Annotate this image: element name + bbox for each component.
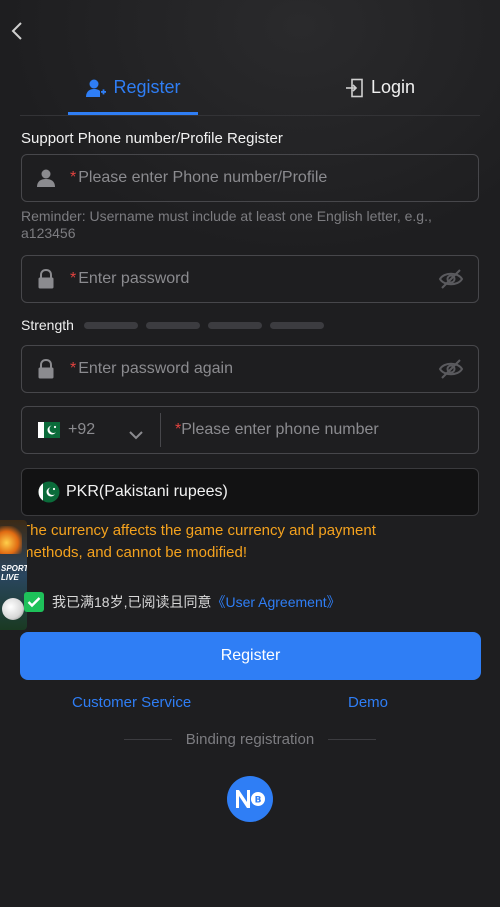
chevron-down-icon	[128, 427, 144, 445]
tab-register-label: Register	[113, 77, 181, 97]
user-agreement-link[interactable]: 《User Agreement》	[211, 592, 340, 612]
register-button[interactable]: Register	[20, 632, 481, 680]
strength-bar	[207, 321, 262, 329]
chevron-left-icon	[11, 22, 22, 40]
binding-registration-label: Binding registration	[185, 730, 315, 748]
promo-text-line: SPORTS	[1, 564, 27, 573]
lock-icon	[22, 359, 70, 379]
football-icon	[2, 598, 24, 620]
currency-field: PKR(Pakistani rupees)	[21, 468, 479, 516]
lock-icon	[22, 269, 70, 289]
confirm-password-field[interactable]: * Enter password again	[21, 345, 479, 393]
password-strength: Strength	[21, 315, 332, 335]
tab-login-label: Login	[370, 77, 416, 97]
country-code: +92	[68, 421, 96, 438]
fire-icon	[0, 526, 22, 554]
login-door-icon	[345, 78, 363, 97]
promo-text: SPORTS LIVE	[1, 564, 27, 582]
divider-line	[327, 738, 376, 740]
tab-register[interactable]: Register	[68, 60, 198, 115]
strength-meter	[83, 321, 332, 329]
pakistan-flag-icon	[38, 422, 60, 438]
user-icon	[22, 168, 70, 188]
nb-wallet-bind-button[interactable]: B	[227, 776, 273, 822]
agreement-checkbox[interactable]	[24, 592, 44, 612]
back-button[interactable]	[6, 18, 28, 44]
divider-line	[124, 738, 172, 740]
svg-text:B: B	[255, 796, 262, 806]
add-user-icon	[86, 79, 107, 97]
agreement-row: 我已满18岁,已阅读且同意 《User Agreement》	[24, 590, 341, 614]
customer-service-link[interactable]: Customer Service	[72, 694, 191, 711]
required-mark: *	[70, 270, 77, 287]
phone-input[interactable]: * Please enter phone number	[161, 421, 379, 439]
binding-registration-divider: Binding registration	[124, 729, 376, 749]
promo-text-line: LIVE	[1, 573, 19, 582]
strength-bar	[145, 321, 200, 329]
phone-placeholder: Please enter phone number	[181, 421, 379, 438]
agreement-text: 我已满18岁,已阅读且同意	[52, 594, 212, 610]
check-icon	[27, 597, 41, 608]
strength-label: Strength	[21, 317, 74, 333]
confirm-password-placeholder: Enter password again	[78, 360, 233, 377]
eye-hidden-icon[interactable]	[438, 358, 464, 385]
sports-live-promo[interactable]: SPORTS LIVE	[0, 520, 27, 630]
currency-value: PKR(Pakistani rupees)	[66, 483, 228, 500]
required-mark: *	[70, 169, 77, 186]
demo-link[interactable]: Demo	[348, 694, 388, 711]
username-field[interactable]: * Please enter Phone number/Profile	[21, 154, 479, 202]
required-mark: *	[70, 360, 77, 377]
password-placeholder: Enter password	[78, 270, 190, 287]
currency-warning: The currency affects the game currency a…	[21, 522, 376, 561]
nb-coin-icon: B	[236, 790, 265, 808]
eye-hidden-icon[interactable]	[438, 268, 464, 295]
tab-login[interactable]: Login	[320, 60, 440, 115]
username-placeholder: Please enter Phone number/Profile	[78, 169, 328, 186]
section-title: Support Phone number/Profile Register	[21, 130, 283, 147]
active-tab-indicator	[68, 112, 198, 115]
username-reminder: Reminder: Username must include at least…	[21, 208, 432, 241]
country-code-select[interactable]: +92	[22, 421, 160, 440]
phone-number-field: +92 * Please enter phone number	[21, 406, 479, 454]
pakistan-flag-icon	[38, 481, 60, 503]
strength-bar	[83, 321, 138, 329]
strength-bar	[269, 321, 324, 329]
password-field[interactable]: * Enter password	[21, 255, 479, 303]
auth-tabs: Register Login	[20, 60, 480, 116]
